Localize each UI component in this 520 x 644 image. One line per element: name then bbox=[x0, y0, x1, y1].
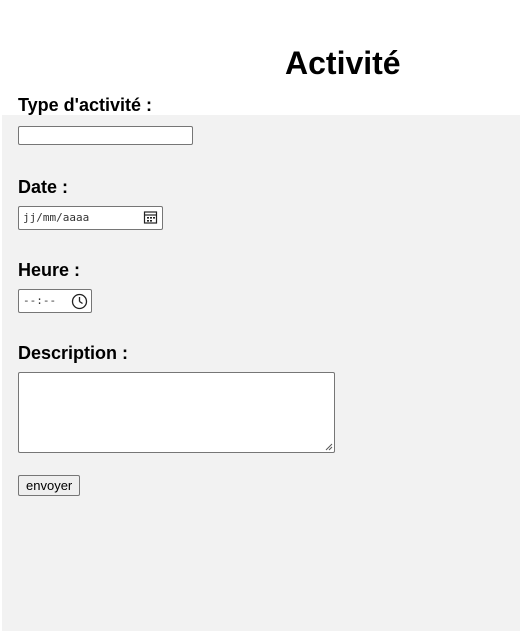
description-label: Description : bbox=[18, 343, 129, 363]
clock-icon[interactable] bbox=[71, 293, 88, 310]
description-textarea[interactable] bbox=[18, 372, 335, 453]
activity-type-label: Type d'activité : bbox=[18, 95, 152, 115]
date-placeholder: jj/mm/aaaa bbox=[23, 211, 90, 224]
date-input[interactable]: jj/mm/aaaa bbox=[18, 206, 163, 230]
calendar-icon[interactable] bbox=[143, 210, 158, 225]
page-title: Activité bbox=[285, 45, 401, 81]
submit-button[interactable]: envoyer bbox=[18, 475, 81, 496]
time-label: Heure : bbox=[18, 260, 81, 280]
date-label: Date : bbox=[18, 177, 69, 197]
time-input[interactable]: --:-- bbox=[18, 289, 92, 313]
resize-handle-icon[interactable] bbox=[325, 443, 333, 451]
time-placeholder: --:-- bbox=[23, 294, 57, 307]
activity-type-input[interactable] bbox=[18, 126, 193, 145]
